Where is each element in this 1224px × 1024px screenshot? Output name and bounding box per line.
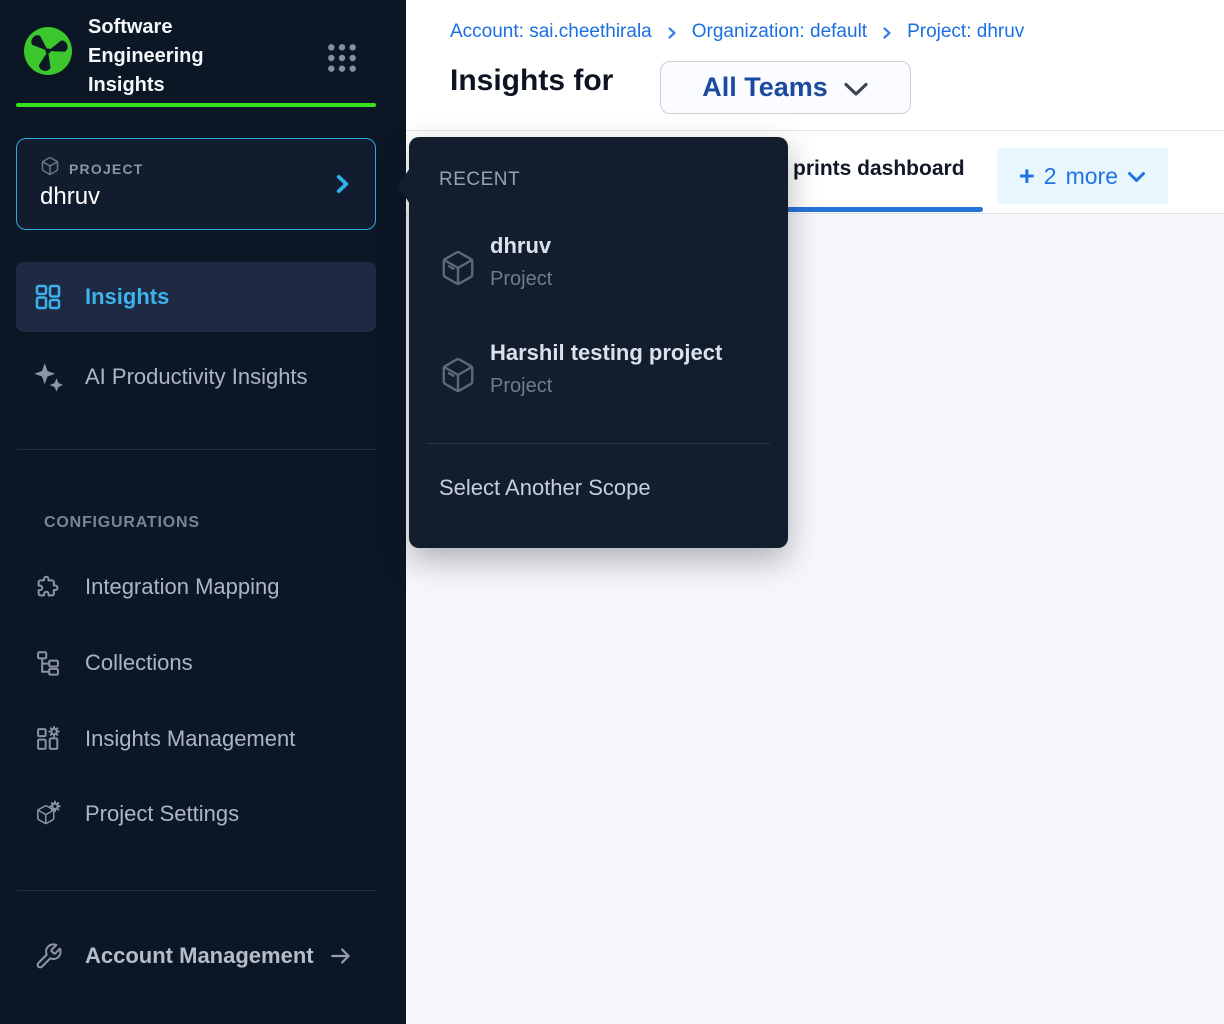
- app-logo-icon: [22, 25, 74, 77]
- package-gear-icon: [30, 800, 66, 828]
- sidebar-divider: [17, 890, 376, 891]
- sidebar-item-label: Collections: [85, 650, 193, 676]
- scope-item-type: Project: [490, 375, 722, 398]
- dashboard-gear-icon: [30, 725, 66, 753]
- scope-item-text: Harshil testing project Project: [490, 340, 722, 398]
- app-title: Software Engineering Insights: [88, 13, 263, 100]
- sidebar-item-insights[interactable]: Insights: [16, 262, 376, 332]
- header-divider: [406, 130, 1224, 131]
- more-tabs-label: more: [1066, 163, 1118, 190]
- sidebar-item-label: AI Productivity Insights: [85, 364, 308, 390]
- arrow-right-icon: [326, 943, 356, 969]
- more-tabs-button[interactable]: + 2 more: [997, 148, 1168, 204]
- sidebar-item-label: Integration Mapping: [85, 574, 279, 600]
- package-icon: [439, 356, 477, 399]
- tools-icon: [30, 942, 66, 971]
- scope-item-type: Project: [490, 268, 552, 291]
- sidebar-divider: [17, 449, 376, 450]
- sidebar-item-label: Insights Management: [85, 726, 295, 752]
- sidebar-item-collections[interactable]: Collections: [16, 628, 376, 698]
- recent-scope-item-harshil-testing-project[interactable]: Harshil testing project Project: [439, 340, 768, 399]
- breadcrumb: Account: sai.cheethirala Organization: d…: [450, 21, 1024, 43]
- project-selector-value: dhruv: [40, 183, 100, 211]
- chevron-down-icon: [843, 81, 869, 98]
- chevron-down-icon: [1127, 171, 1146, 184]
- project-label-row: PROJECT: [40, 156, 144, 181]
- scope-item-name: Harshil testing project: [490, 340, 722, 366]
- sidebar-item-account-management[interactable]: Account Management: [16, 921, 376, 991]
- chevron-right-icon: [881, 26, 893, 40]
- recent-section-label: RECENT: [439, 169, 520, 191]
- scope-item-text: dhruv Project: [490, 233, 552, 291]
- chevron-right-icon: [666, 26, 678, 40]
- collections-tree-icon: [30, 649, 66, 677]
- sidebar-item-insights-management[interactable]: Insights Management: [16, 704, 376, 774]
- scope-recent-popover: RECENT dhruv Project Harshil testing pro…: [409, 137, 788, 548]
- project-scope-selector[interactable]: PROJECT dhruv: [16, 138, 376, 230]
- puzzle-icon: [30, 573, 66, 601]
- team-selector-button[interactable]: All Teams: [660, 61, 911, 114]
- dashboard-icon: [30, 282, 66, 312]
- popover-divider: [427, 443, 770, 444]
- more-tabs-count: 2: [1044, 163, 1057, 190]
- sidebar-item-label: Insights: [85, 284, 169, 310]
- sparkles-icon: [30, 360, 66, 394]
- sidebar-item-ai-productivity-insights[interactable]: AI Productivity Insights: [16, 342, 376, 412]
- sidebar-item-project-settings[interactable]: Project Settings: [16, 779, 376, 849]
- sidebar-item-label: Account Management: [85, 943, 314, 969]
- breadcrumb-project-link[interactable]: Project: dhruv: [907, 21, 1024, 43]
- popover-arrow: [398, 168, 410, 204]
- plus-icon: +: [1019, 163, 1035, 190]
- brand-accent-bar: [16, 103, 376, 107]
- chevron-right-icon[interactable]: [331, 173, 353, 200]
- package-icon: [439, 249, 477, 292]
- select-another-scope-button[interactable]: Select Another Scope: [439, 475, 651, 501]
- scope-item-name: dhruv: [490, 233, 552, 259]
- tab-sprints-dashboard[interactable]: prints dashboard: [793, 157, 965, 181]
- breadcrumb-account-link[interactable]: Account: sai.cheethirala: [450, 21, 652, 43]
- project-selector-label: PROJECT: [69, 161, 144, 177]
- breadcrumb-organization-link[interactable]: Organization: default: [692, 21, 867, 43]
- recent-scope-item-dhruv[interactable]: dhruv Project: [439, 233, 768, 292]
- apps-grid-icon[interactable]: [326, 42, 358, 74]
- configurations-section-label: CONFIGURATIONS: [44, 514, 200, 532]
- page-title: Insights for: [450, 64, 613, 98]
- sidebar-item-label: Project Settings: [85, 801, 239, 827]
- team-selector-value: All Teams: [702, 72, 828, 103]
- sidebar: Software Engineering Insights PROJECT dh…: [0, 0, 406, 1024]
- package-icon: [40, 156, 60, 181]
- sidebar-item-integration-mapping[interactable]: Integration Mapping: [16, 552, 376, 622]
